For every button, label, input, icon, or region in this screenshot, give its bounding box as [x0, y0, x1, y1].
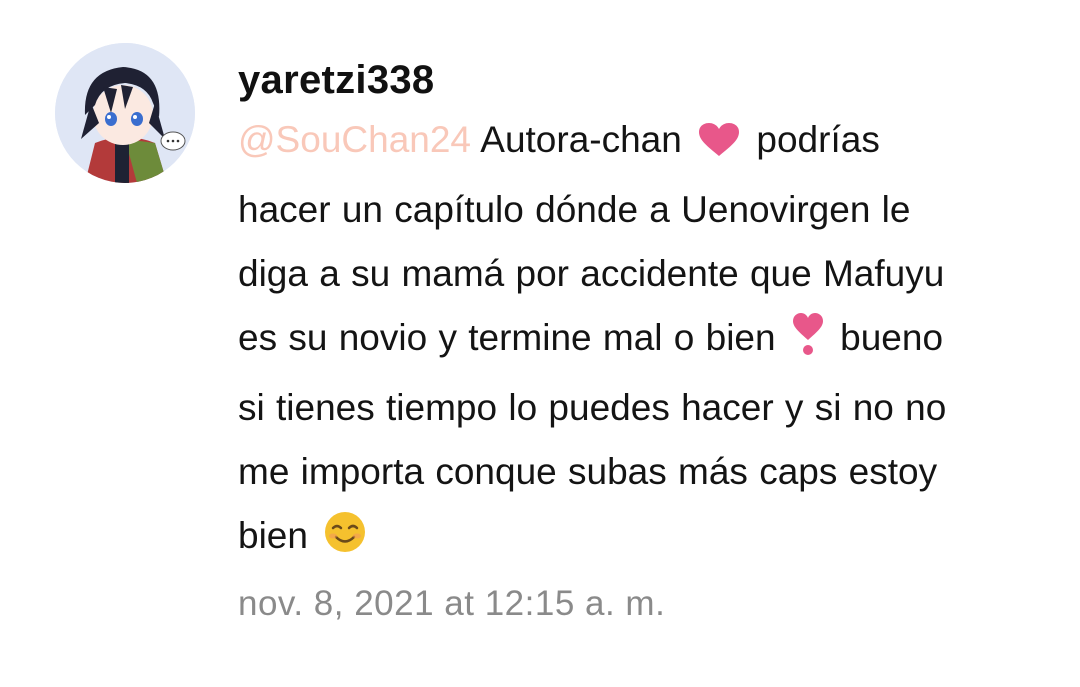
body-segment: Autora-chan [480, 119, 682, 160]
comment-content: yaretzi338 @SouChan24 Autora-chan podría… [238, 52, 1048, 632]
username[interactable]: yaretzi338 [238, 52, 1048, 108]
body-segment: bien [238, 515, 308, 556]
body-segment: hacer un capítulo dónde a Uenovirgen le [238, 189, 911, 230]
body-segment: me importa conque subas más caps estoy [238, 451, 938, 492]
body-segment: diga a su mamá por accidente que Mafuyu [238, 253, 945, 294]
body-segment: si tienes tiempo lo puedes hacer y si no… [238, 387, 947, 428]
heart-exclamation-icon [791, 312, 825, 376]
timestamp: nov. 8, 2021 at 12:15 a. m. [238, 584, 666, 623]
heart-icon [697, 114, 741, 178]
avatar[interactable] [55, 43, 195, 183]
body-segment: es su novio y termine mal o bien [238, 317, 776, 358]
avatar-image [55, 43, 195, 183]
comment: yaretzi338 @SouChan24 Autora-chan podría… [0, 0, 1080, 687]
smiling-face-icon [323, 510, 367, 574]
body-segment: podrías [756, 119, 880, 160]
body-segment: bueno [840, 317, 944, 358]
comment-body: @SouChan24 Autora-chan podrías hacer un … [238, 108, 1048, 574]
mention-link[interactable]: @SouChan24 [238, 119, 471, 160]
